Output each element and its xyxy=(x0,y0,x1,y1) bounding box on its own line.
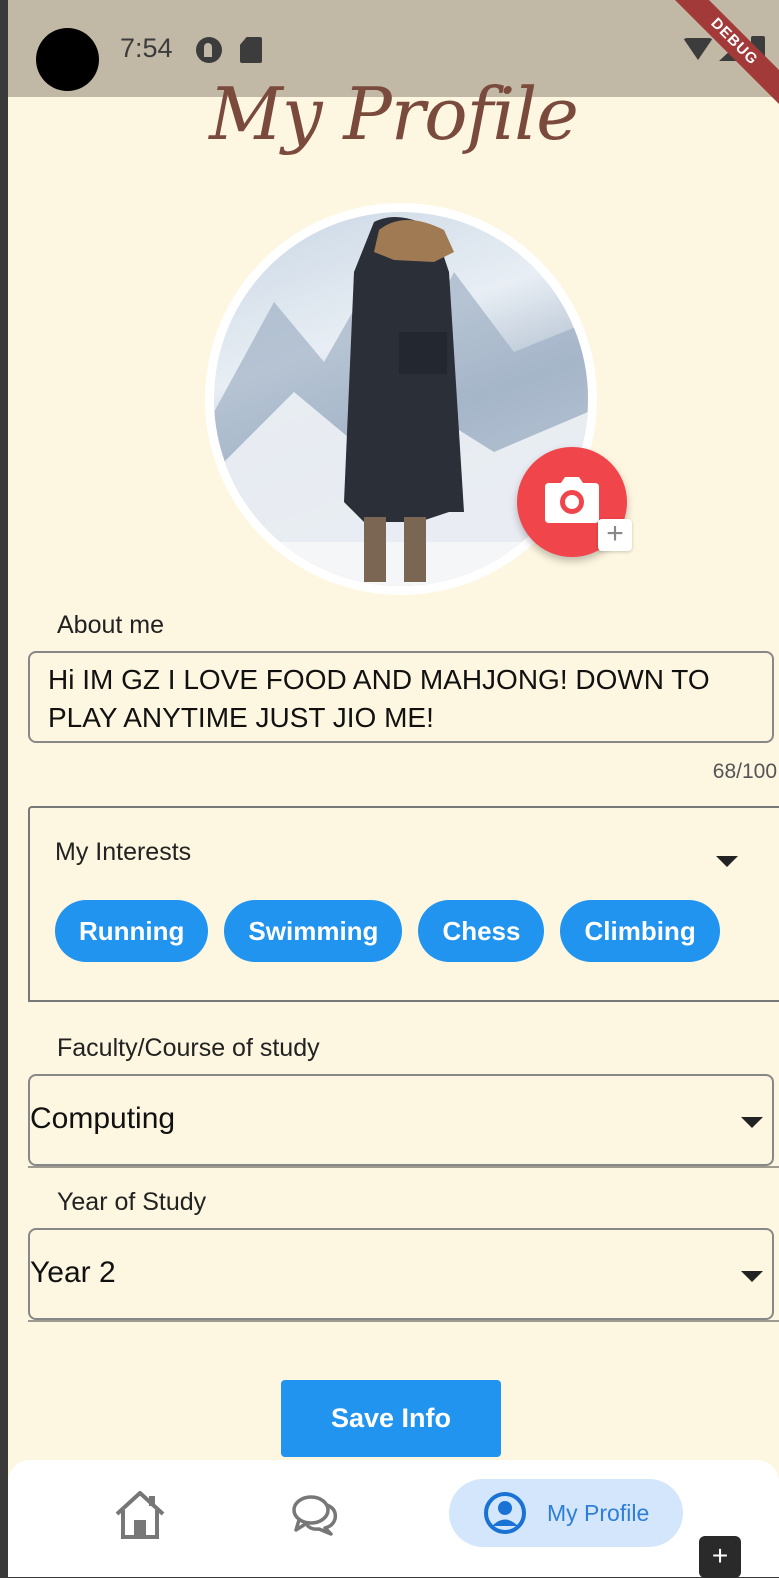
year-select[interactable]: Year 2 xyxy=(28,1228,774,1320)
interests-dropdown[interactable]: My Interests Running Swimming Chess Clim… xyxy=(28,806,779,1002)
year-label: Year of Study xyxy=(57,1188,207,1216)
about-me-field[interactable]: Hi IM GZ I LOVE FOOD AND MAHJONG! DOWN T… xyxy=(28,651,774,743)
page-title: My Profile xyxy=(209,72,579,156)
interest-chip[interactable]: Running xyxy=(55,900,209,962)
chat-icon xyxy=(292,1495,338,1536)
about-me-label: About me xyxy=(57,611,165,639)
wifi-icon xyxy=(683,38,713,60)
about-me-counter: 68/100 xyxy=(712,760,777,783)
bottom-navigation: My Profile xyxy=(8,1460,779,1577)
year-dropdown-arrow-icon xyxy=(741,1271,763,1282)
app-screen: 7:54 DEBUG My Profile + About me Hi IM G… xyxy=(8,0,779,1577)
interests-dropdown-arrow-icon[interactable] xyxy=(716,856,738,867)
interest-chips: Running Swimming Chess Climbing xyxy=(55,900,720,962)
nav-home[interactable] xyxy=(113,1490,167,1545)
faculty-select[interactable]: Computing xyxy=(28,1074,774,1166)
interest-chip[interactable]: Swimming xyxy=(224,900,403,962)
interests-label: My Interests xyxy=(55,838,192,866)
status-time: 7:54 xyxy=(120,33,173,63)
app-notification-icon xyxy=(196,37,222,63)
save-info-button[interactable]: Save Info xyxy=(281,1380,501,1457)
year-underline xyxy=(28,1320,779,1322)
faculty-dropdown-arrow-icon xyxy=(741,1117,763,1128)
nav-my-profile[interactable]: My Profile xyxy=(449,1479,683,1547)
profile-icon xyxy=(484,1492,526,1534)
add-photo-icon[interactable]: + xyxy=(598,519,632,551)
year-value: Year 2 xyxy=(30,1256,116,1289)
camera-icon xyxy=(545,477,599,523)
interest-chip[interactable]: Chess xyxy=(418,900,545,962)
home-icon xyxy=(115,1491,165,1539)
nav-my-profile-label: My Profile xyxy=(547,1500,650,1526)
sd-card-icon xyxy=(240,37,262,63)
faculty-underline xyxy=(28,1166,779,1168)
nav-chat[interactable] xyxy=(291,1494,339,1541)
faculty-value: Computing xyxy=(30,1102,176,1135)
add-button[interactable]: + xyxy=(699,1536,741,1578)
interest-chip[interactable]: Climbing xyxy=(560,900,720,962)
faculty-label: Faculty/Course of study xyxy=(57,1034,320,1062)
